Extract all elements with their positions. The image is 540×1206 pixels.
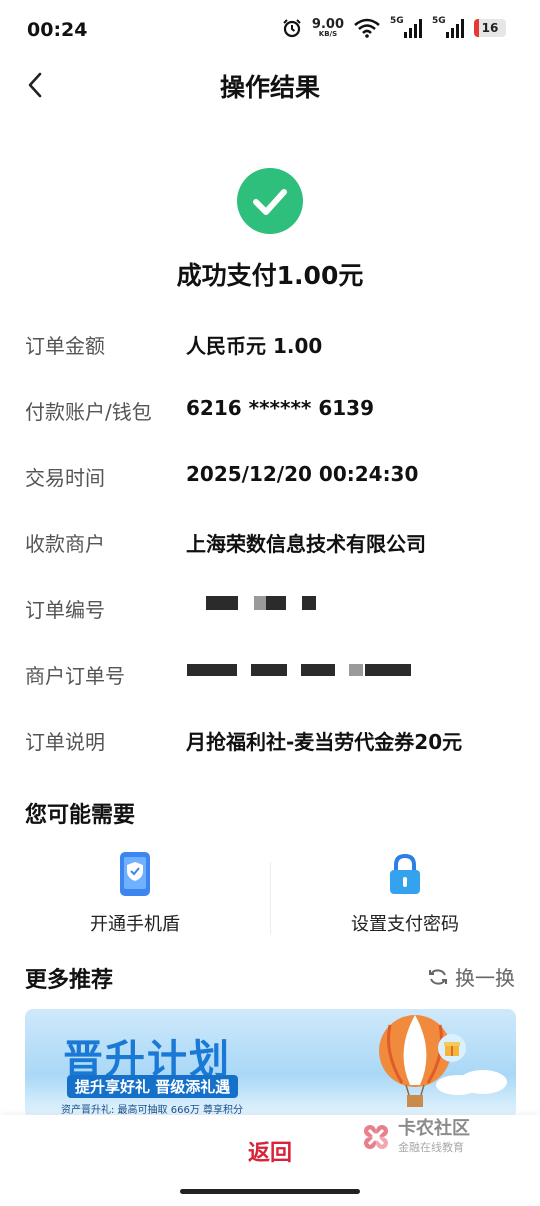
banner-subtitle: 提升享好礼 晋级添礼遇 bbox=[67, 1075, 239, 1098]
status-icons: 9.00 KB/S 5G 5G 16 bbox=[282, 16, 506, 38]
refresh-label: 换一换 bbox=[455, 966, 515, 990]
set-payment-password-button[interactable]: 设置支付密码 bbox=[270, 850, 540, 936]
detail-value: 月抢福利社-麦当劳代金券20元 bbox=[186, 730, 463, 754]
payment-result-message: 成功支付1.00元 bbox=[176, 261, 364, 290]
battery-icon: 16 bbox=[474, 19, 506, 37]
status-bar: 00:24 9.00 KB/S 5G 5G 16 bbox=[0, 0, 540, 60]
status-time: 00:24 bbox=[27, 19, 88, 41]
gift-icon bbox=[438, 1034, 466, 1062]
cloud-icon bbox=[436, 1070, 507, 1095]
open-phone-shield-button[interactable]: 开通手机盾 bbox=[0, 850, 270, 936]
detail-label: 收款商户 bbox=[25, 532, 105, 556]
phone-shield-icon bbox=[120, 852, 150, 896]
set-payment-password-label: 设置支付密码 bbox=[351, 914, 459, 935]
detail-label: 商户订单号 bbox=[25, 664, 125, 688]
promo-banner[interactable]: 晋升计划 提升享好礼 晋级添礼遇 资产晋升礼: 最高可抽取 666万 尊享积分 bbox=[25, 1009, 516, 1119]
alarm-icon bbox=[283, 19, 301, 38]
signal-sim2-icon: 5G bbox=[432, 16, 464, 38]
detail-row-merchant-order-no: 商户订单号 bbox=[25, 660, 525, 700]
watermark-logo-icon bbox=[364, 1124, 388, 1149]
detail-value: 上海荣数信息技术有限公司 bbox=[186, 532, 426, 556]
detail-label: 订单编号 bbox=[25, 598, 105, 622]
detail-value: 人民币元 1.00 bbox=[186, 334, 323, 358]
open-phone-shield-label: 开通手机盾 bbox=[90, 914, 180, 935]
detail-row-order-no: 订单编号 bbox=[25, 594, 525, 634]
section-title-you-may-need: 您可能需要 bbox=[25, 803, 136, 828]
detail-value: 2025/12/20 00:24:30 bbox=[186, 462, 419, 486]
banner-small-text: 资产晋升礼: 最高可抽取 666万 尊享积分 bbox=[61, 1105, 243, 1116]
signal-sim1-icon: 5G bbox=[390, 16, 422, 38]
wifi-icon bbox=[354, 18, 380, 38]
refresh-button[interactable]: 换一换 bbox=[427, 962, 515, 991]
detail-label: 交易时间 bbox=[25, 466, 105, 490]
detail-label: 付款账户/钱包 bbox=[25, 400, 152, 424]
detail-row-time: 交易时间 2025/12/20 00:24:30 bbox=[25, 462, 525, 502]
home-indicator[interactable] bbox=[180, 1189, 360, 1194]
detail-label: 订单金额 bbox=[25, 334, 105, 358]
watermark: 卡农社区 金融在线教育 bbox=[360, 1119, 470, 1155]
detail-value: 6216 ****** 6139 bbox=[186, 396, 375, 420]
refresh-icon bbox=[429, 968, 447, 985]
detail-row-description: 订单说明 月抢福利社-麦当劳代金券20元 bbox=[25, 726, 525, 766]
success-check-icon bbox=[237, 168, 303, 234]
detail-label: 订单说明 bbox=[25, 730, 105, 754]
detail-row-account: 付款账户/钱包 6216 ****** 6139 bbox=[25, 396, 525, 436]
lock-icon bbox=[390, 853, 420, 894]
net-speed: 9.00 KB/S bbox=[311, 17, 344, 38]
hot-air-balloon-icon bbox=[379, 1015, 451, 1107]
section-title-recommend: 更多推荐 bbox=[25, 968, 114, 993]
watermark-main: 卡农社区 bbox=[398, 1118, 470, 1139]
page-title: 操作结果 bbox=[219, 73, 320, 102]
detail-row-merchant: 收款商户 上海荣数信息技术有限公司 bbox=[25, 528, 525, 568]
watermark-sub: 金融在线教育 bbox=[398, 1140, 464, 1154]
detail-row-amount: 订单金额 人民币元 1.00 bbox=[25, 330, 525, 370]
